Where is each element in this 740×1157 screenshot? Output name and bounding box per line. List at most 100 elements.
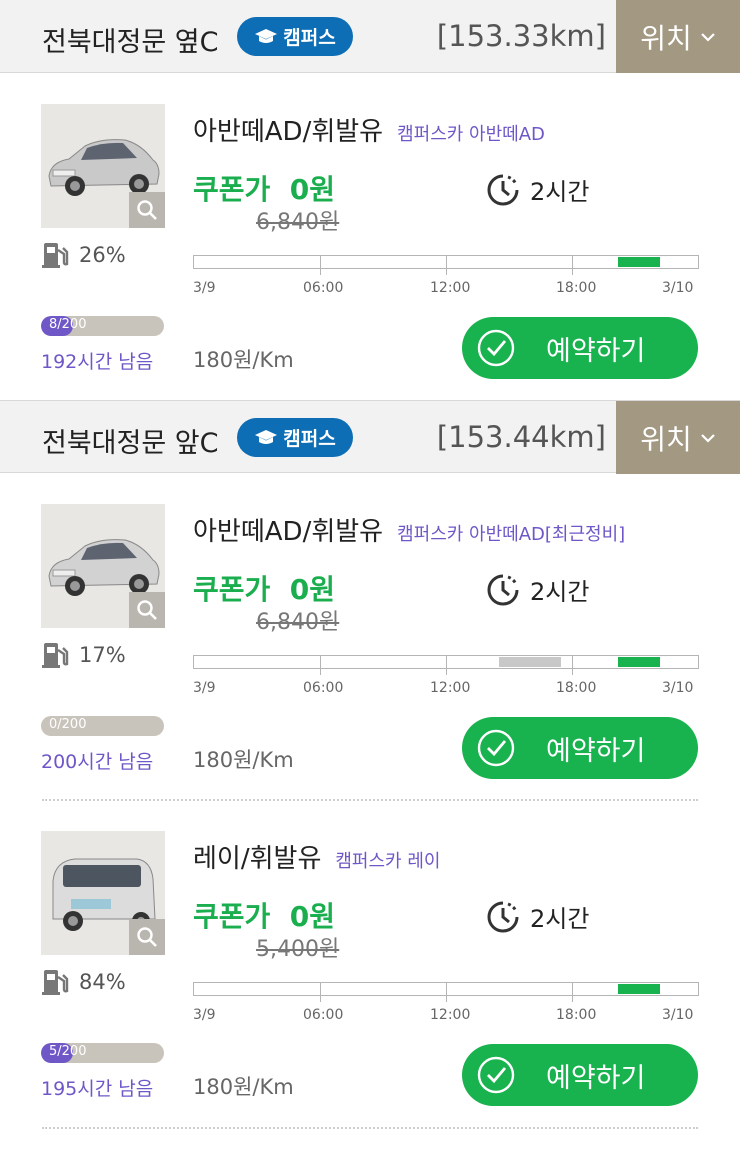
timeline-label: 3/10 (662, 280, 694, 296)
search-icon (137, 200, 157, 220)
usage-hours-text: 8/200 (49, 317, 87, 332)
timeline-label: 18:00 (556, 1007, 597, 1023)
chevron-down-icon (700, 433, 715, 443)
campus-badge-label: 캠퍼스 (283, 27, 336, 49)
car-card: 17% 0/200 200시간 남음 아반떼AD/휘발유 캠퍼스카 아반떼AD[최… (0, 504, 740, 794)
usage-hours-bar: 0/200 (41, 716, 164, 736)
zoom-button[interactable] (129, 192, 165, 228)
timeline-tick (572, 256, 573, 275)
reserve-button[interactable]: 예약하기 (462, 717, 698, 779)
campus-badge: 캠퍼스 (237, 418, 353, 457)
original-price: 6,840원 (256, 610, 340, 635)
availability-timeline[interactable] (193, 655, 699, 675)
zoom-button[interactable] (129, 592, 165, 628)
hours-remaining: 192시간 남음 (41, 351, 154, 373)
car-image[interactable] (41, 104, 165, 228)
car-model-name: 아반떼AD/휘발유 (193, 517, 384, 547)
graduation-cap-icon (255, 28, 278, 43)
timeline-label: 06:00 (303, 1007, 344, 1023)
rental-duration: 2시간 (486, 172, 589, 207)
fuel-level: 84% (41, 967, 126, 997)
timeline-label: 3/9 (193, 680, 216, 696)
coupon-price: 쿠폰가 0원 (193, 568, 335, 608)
timeline-tick (572, 983, 573, 1002)
timeline-label: 12:00 (430, 280, 471, 296)
car-model: 아반떼AD/휘발유 캠퍼스카 아반떼AD[최근정비] (193, 511, 625, 548)
timeline-tick (320, 983, 321, 1002)
car-image[interactable] (41, 831, 165, 955)
coupon-value: 0원 (289, 573, 336, 606)
duration-value: 2시간 (530, 178, 590, 206)
car-card: 26% 8/200 192시간 남음 아반떼AD/휘발유 캠퍼스카 아반떼AD 쿠… (0, 104, 740, 394)
location-button-label: 위치 (640, 422, 692, 456)
location-header: 전북대정문 앞C 캠퍼스 [153.44km] 위치 (0, 400, 740, 474)
zoom-button[interactable] (129, 919, 165, 955)
coupon-label: 쿠폰가 (193, 573, 271, 606)
availability-timeline[interactable] (193, 255, 699, 275)
timeline-label: 06:00 (303, 280, 344, 296)
timeline-tick (446, 656, 447, 675)
coupon-value: 0원 (289, 900, 336, 933)
campus-badge-label: 캠퍼스 (283, 428, 336, 450)
car-card: 84% 5/200 195시간 남음 레이/휘발유 캠퍼스카 레이 쿠폰가 0원 … (0, 831, 740, 1121)
price-per-km: 180원/Km (193, 748, 294, 772)
timeline-tick (446, 256, 447, 275)
location-name[interactable]: 전북대정문 앞C (42, 421, 218, 460)
reserve-button-label: 예약하기 (546, 1062, 646, 1094)
timeline-booked-slot (499, 657, 561, 667)
fuel-percent: 17% (79, 643, 126, 667)
fuel-percent: 84% (79, 970, 126, 994)
price-per-km: 180원/Km (193, 348, 294, 372)
campus-badge: 캠퍼스 (237, 17, 353, 56)
car-model-name: 레이/휘발유 (193, 844, 322, 874)
original-price: 5,400원 (256, 937, 340, 962)
card-divider (42, 1127, 698, 1129)
coupon-price: 쿠폰가 0원 (193, 168, 335, 208)
timeline-label: 06:00 (303, 680, 344, 696)
usage-hours-bar: 8/200 (41, 316, 164, 336)
graduation-cap-icon (255, 429, 278, 444)
check-circle-icon (477, 729, 515, 767)
location-button[interactable]: 위치 (616, 401, 740, 474)
timeline-label: 3/9 (193, 1007, 216, 1023)
price-per-km: 180원/Km (193, 1075, 294, 1099)
fuel-level: 26% (41, 240, 126, 270)
hours-remaining: 200시간 남음 (41, 751, 154, 773)
location-button[interactable]: 위치 (616, 0, 740, 73)
usage-hours-bar: 5/200 (41, 1043, 164, 1063)
location-name[interactable]: 전북대정문 옆C (42, 20, 218, 59)
car-subtitle: 캠퍼스카 레이 (335, 851, 441, 872)
clock-icon (487, 174, 519, 205)
search-icon (137, 600, 157, 620)
coupon-label: 쿠폰가 (193, 173, 271, 206)
car-image[interactable] (41, 504, 165, 628)
check-circle-icon (477, 1056, 515, 1094)
rental-duration: 2시간 (486, 572, 589, 607)
fuel-percent: 26% (79, 243, 126, 267)
timeline-label: 18:00 (556, 280, 597, 296)
check-circle-icon (477, 329, 515, 367)
coupon-value: 0원 (289, 173, 336, 206)
usage-hours-text: 5/200 (49, 1044, 87, 1059)
distance-label: [153.33km] (436, 19, 606, 53)
distance-label: [153.44km] (436, 420, 606, 454)
timeline-label: 3/10 (662, 680, 694, 696)
timeline-available-slot (618, 984, 660, 994)
fuel-pump-icon (42, 643, 69, 668)
reserve-button[interactable]: 예약하기 (462, 317, 698, 379)
reserve-button-label: 예약하기 (546, 335, 646, 367)
search-icon (137, 927, 157, 947)
fuel-pump-icon (42, 970, 69, 995)
duration-value: 2시간 (530, 578, 590, 606)
duration-value: 2시간 (530, 905, 590, 933)
original-price: 6,840원 (256, 210, 340, 235)
timeline-label: 12:00 (430, 1007, 471, 1023)
chevron-down-icon (700, 32, 715, 42)
car-model: 레이/휘발유 캠퍼스카 레이 (193, 838, 440, 875)
availability-timeline[interactable] (193, 982, 699, 1002)
car-subtitle: 캠퍼스카 아반떼AD (397, 124, 545, 145)
timeline-tick (320, 256, 321, 275)
car-subtitle: 캠퍼스카 아반떼AD[최근정비] (397, 524, 626, 545)
timeline-label: 18:00 (556, 680, 597, 696)
reserve-button[interactable]: 예약하기 (462, 1044, 698, 1106)
